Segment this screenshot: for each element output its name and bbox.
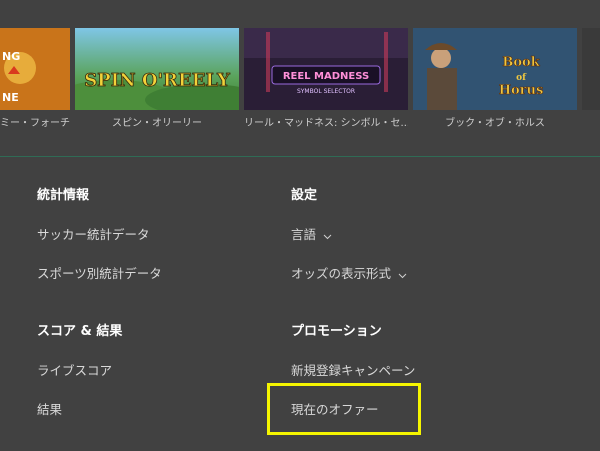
language-dropdown[interactable]: 言語 xyxy=(291,225,407,245)
link-signup-campaign[interactable]: 新規登録キャンペーン xyxy=(291,361,415,381)
language-label: 言語 xyxy=(291,227,317,242)
highlight-box xyxy=(267,383,421,435)
svg-text:Horus: Horus xyxy=(499,83,544,98)
game-tile-4[interactable]: Book of Horus xyxy=(413,28,577,110)
svg-text:NG: NG xyxy=(2,50,20,63)
odds-format-label: オッズの表示形式 xyxy=(291,266,392,281)
game-art-4: Book of Horus xyxy=(413,28,577,110)
promotions-heading: プロモーション xyxy=(291,324,382,339)
chevron-down-icon xyxy=(323,226,332,246)
svg-text:Book: Book xyxy=(502,55,540,70)
footer-col-settings: 設定 言語 オッズの表示形式 xyxy=(291,186,407,284)
svg-text:SPIN O'REELY: SPIN O'REELY xyxy=(84,70,231,91)
game-art-2: SPIN O'REELY xyxy=(75,28,239,110)
chevron-down-icon xyxy=(398,265,407,285)
link-soccer-stats[interactable]: サッカー統計データ xyxy=(37,225,162,245)
stats-heading: 統計情報 xyxy=(37,188,90,203)
game-tile-1[interactable]: NG NE xyxy=(0,28,70,110)
game-carousel: NG NE ミー・フォーチュン SPIN O'REELY スピン・オリーリー xyxy=(0,0,600,140)
footer-col-stats: 統計情報 サッカー統計データ スポーツ別統計データ xyxy=(37,186,162,284)
link-livescore[interactable]: ライブスコア xyxy=(37,361,122,381)
svg-text:REEL MADNESS: REEL MADNESS xyxy=(283,71,369,82)
section-divider xyxy=(0,156,600,157)
game-caption-3[interactable]: リール・マッドネス: シンボル・セ... xyxy=(244,114,408,129)
svg-text:NE: NE xyxy=(2,91,19,104)
odds-format-dropdown[interactable]: オッズの表示形式 xyxy=(291,264,407,284)
game-caption-1[interactable]: ミー・フォーチュン xyxy=(0,114,70,129)
svg-text:of: of xyxy=(516,73,527,83)
link-sports-stats[interactable]: スポーツ別統計データ xyxy=(37,264,162,284)
game-caption-4[interactable]: ブック・オブ・ホルス xyxy=(413,114,577,129)
scores-heading: スコア & 結果 xyxy=(37,324,123,339)
game-art-3: REEL MADNESS SYMBOL SELECTOR xyxy=(244,28,408,110)
game-tile-2[interactable]: SPIN O'REELY xyxy=(75,28,239,110)
game-caption-2[interactable]: スピン・オリーリー xyxy=(75,114,239,129)
svg-text:SYMBOL SELECTOR: SYMBOL SELECTOR xyxy=(297,88,355,95)
settings-heading: 設定 xyxy=(291,188,318,203)
game-art-1: NG NE xyxy=(0,28,70,110)
game-tile-3[interactable]: REEL MADNESS SYMBOL SELECTOR xyxy=(244,28,408,110)
link-results[interactable]: 結果 xyxy=(37,400,122,420)
footer-col-scores: スコア & 結果 ライブスコア 結果 xyxy=(37,322,122,420)
game-tile-5[interactable] xyxy=(582,28,600,110)
